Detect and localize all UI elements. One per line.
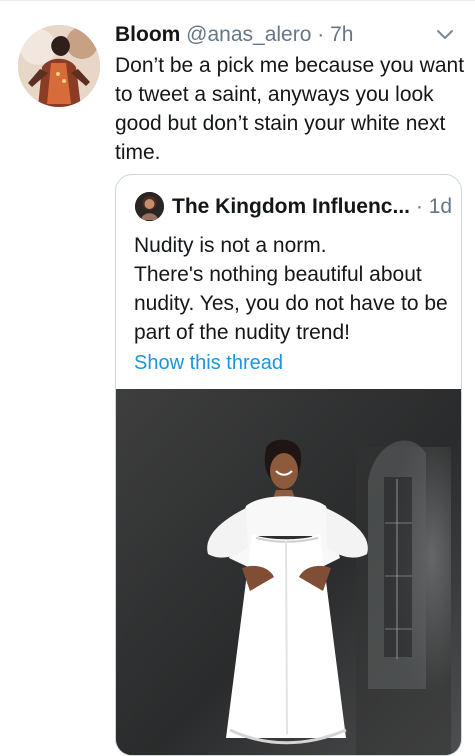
show-thread-link[interactable]: Show this thread — [134, 349, 283, 377]
chevron-down-icon — [437, 30, 453, 39]
quoted-author-name[interactable]: The Kingdom Influenc... — [172, 195, 410, 218]
author-name[interactable]: Bloom — [115, 23, 180, 46]
tweet-text: Don’t be a pick me because you want to t… — [115, 54, 465, 164]
quoted-tweet[interactable]: The Kingdom Influenc... · 1d Nudity is n… — [115, 174, 462, 756]
quoted-header: The Kingdom Influenc... · 1d — [172, 192, 452, 222]
quoted-text: Nudity is not a norm. There's nothing be… — [134, 234, 448, 344]
avatar-image — [18, 25, 100, 107]
quoted-media[interactable] — [116, 389, 461, 755]
tweet-header: Bloom @anas_alero · 7h — [115, 20, 435, 50]
header-separator: · — [317, 23, 325, 46]
author-avatar[interactable] — [18, 25, 100, 107]
quoted-time[interactable]: 1d — [429, 195, 452, 218]
quoted-avatar-image — [135, 192, 164, 221]
tweet-time[interactable]: 7h — [330, 23, 353, 46]
tweet[interactable]: Bloom @anas_alero · 7h Don’t be a pick m… — [0, 0, 475, 756]
quoted-author-avatar[interactable] — [135, 192, 164, 221]
quoted-separator: · — [415, 195, 423, 218]
more-options-button[interactable] — [429, 21, 461, 49]
woman-white-dress-photo — [116, 389, 461, 755]
author-handle[interactable]: @anas_alero — [186, 23, 311, 46]
